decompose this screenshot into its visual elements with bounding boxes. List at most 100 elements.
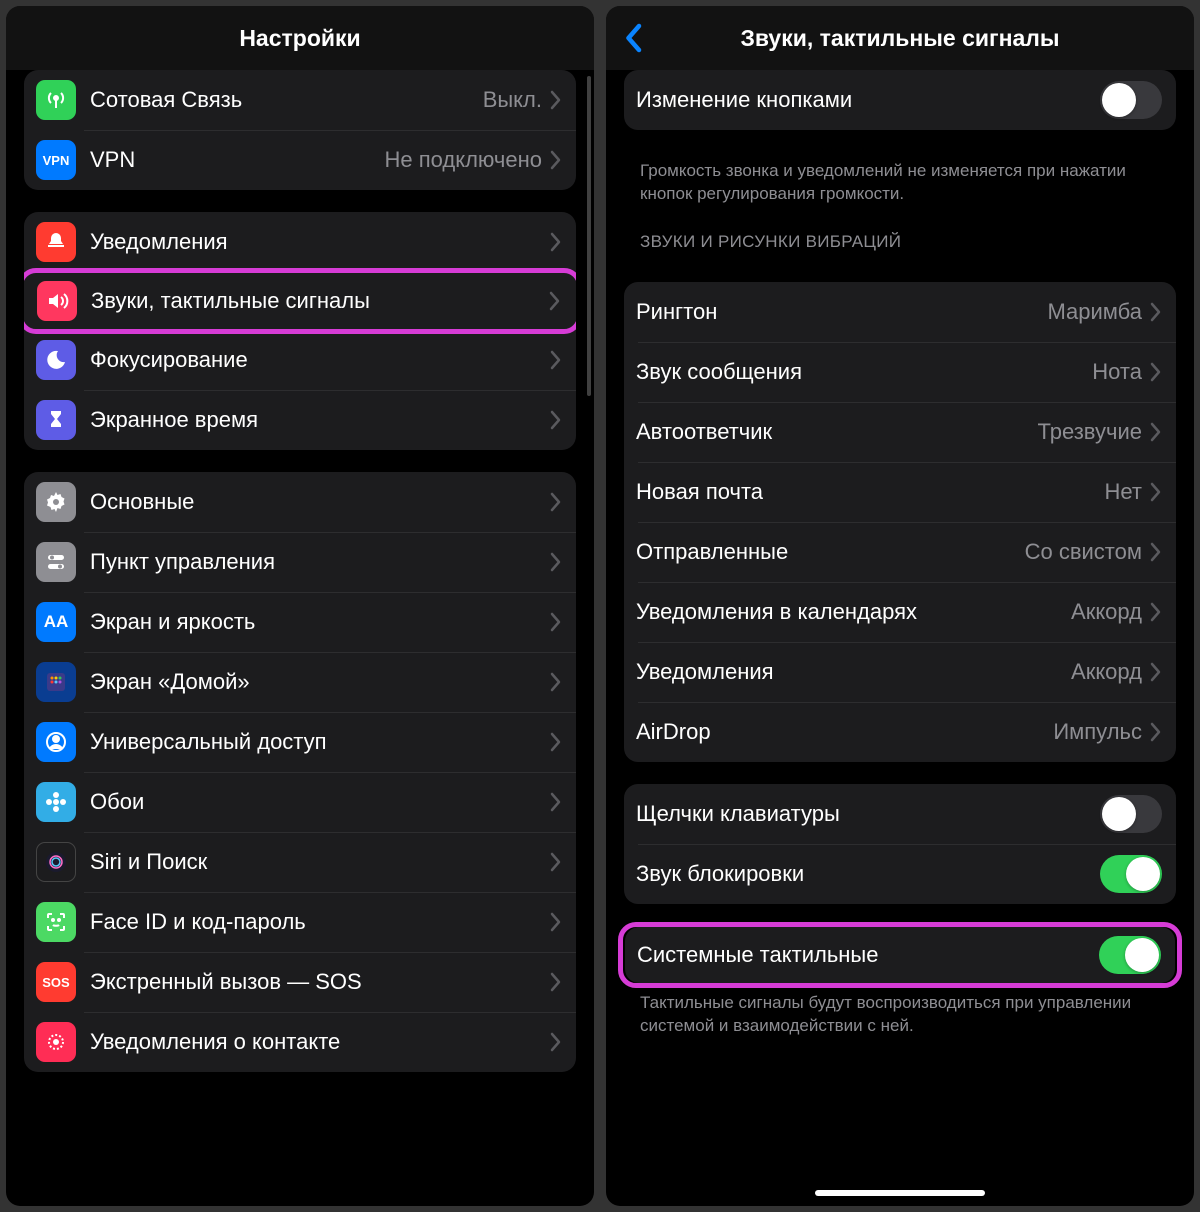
row-label: Пункт управления bbox=[90, 549, 550, 575]
section-footer: Тактильные сигналы будут воспроизводитьс… bbox=[624, 984, 1176, 1038]
row-lock-sound[interactable]: Звук блокировки bbox=[624, 844, 1176, 904]
page-title: Звуки, тактильные сигналы bbox=[740, 25, 1059, 52]
row-faceid[interactable]: Face ID и код-пароль bbox=[24, 892, 576, 952]
row-value: Нота bbox=[1092, 359, 1142, 385]
home-screen-icon bbox=[36, 662, 76, 702]
screentime-icon bbox=[36, 400, 76, 440]
lock-sound-toggle[interactable] bbox=[1100, 855, 1162, 893]
chevron-right-icon bbox=[550, 852, 562, 872]
header: Настройки bbox=[6, 6, 594, 70]
chevron-right-icon bbox=[550, 792, 562, 812]
row-home-screen[interactable]: Экран «Домой» bbox=[24, 652, 576, 712]
row-label: Экран «Домой» bbox=[90, 669, 550, 695]
chevron-right-icon bbox=[549, 291, 561, 311]
chevron-right-icon bbox=[550, 150, 562, 170]
row-label: Щелчки клавиатуры bbox=[636, 801, 1100, 827]
row-calendar[interactable]: Уведомления в календарях Аккорд bbox=[624, 582, 1176, 642]
row-contact-notif[interactable]: Уведомления о контакте bbox=[24, 1012, 576, 1072]
row-siri[interactable]: Siri и Поиск bbox=[24, 832, 576, 892]
row-screentime[interactable]: Экранное время bbox=[24, 390, 576, 450]
section-header-sounds: ЗВУКИ И РИСУНКИ ВИБРАЦИЙ bbox=[624, 232, 1176, 260]
settings-screen: Настройки Сотовая Связь Выкл. VPN VPN Не… bbox=[6, 6, 594, 1206]
chevron-right-icon bbox=[1150, 422, 1162, 442]
chevron-right-icon bbox=[1150, 542, 1162, 562]
chevron-right-icon bbox=[550, 612, 562, 632]
row-ringtone[interactable]: Рингтон Маримба bbox=[624, 282, 1176, 342]
row-system-haptics[interactable]: Системные тактильные bbox=[625, 927, 1175, 983]
row-label: VPN bbox=[90, 147, 384, 173]
settings-group: Основные Пункт управления AA Экран и ярк… bbox=[24, 472, 576, 1072]
chevron-right-icon bbox=[550, 672, 562, 692]
row-label: Уведомления в календарях bbox=[636, 599, 1071, 625]
back-button[interactable] bbox=[614, 6, 652, 70]
focus-icon bbox=[36, 340, 76, 380]
chevron-right-icon bbox=[1150, 662, 1162, 682]
row-label: Звуки, тактильные сигналы bbox=[91, 288, 549, 314]
system-sounds-group: Щелчки клавиатуры Звук блокировки bbox=[624, 784, 1176, 904]
volume-group: Изменение кнопками bbox=[624, 70, 1176, 130]
row-sent-mail[interactable]: Отправленные Со свистом bbox=[624, 522, 1176, 582]
row-value: Маримба bbox=[1047, 299, 1142, 325]
chevron-left-icon bbox=[622, 23, 644, 53]
contact-notif-icon bbox=[36, 1022, 76, 1062]
notifications-icon bbox=[36, 222, 76, 262]
sounds-screen: Звуки, тактильные сигналы Изменение кноп… bbox=[606, 6, 1194, 1206]
chevron-right-icon bbox=[1150, 362, 1162, 382]
chevron-right-icon bbox=[1150, 722, 1162, 742]
chevron-right-icon bbox=[1150, 482, 1162, 502]
row-focus[interactable]: Фокусирование bbox=[24, 330, 576, 390]
row-value: Не подключено bbox=[384, 147, 542, 173]
row-label: Фокусирование bbox=[90, 347, 550, 373]
row-display[interactable]: AA Экран и яркость bbox=[24, 592, 576, 652]
keyboard-clicks-toggle[interactable] bbox=[1100, 795, 1162, 833]
row-value: Аккорд bbox=[1071, 599, 1142, 625]
row-notifications[interactable]: Уведомления bbox=[24, 212, 576, 272]
row-label: Основные bbox=[90, 489, 550, 515]
row-reminders[interactable]: Уведомления Аккорд bbox=[624, 642, 1176, 702]
sos-icon: SOS bbox=[36, 962, 76, 1002]
vpn-icon: VPN bbox=[36, 140, 76, 180]
accessibility-icon bbox=[36, 722, 76, 762]
section-footer: Громкость звонка и уведомлений не изменя… bbox=[624, 152, 1176, 206]
change-with-buttons-toggle[interactable] bbox=[1100, 81, 1162, 119]
row-value: Выкл. bbox=[483, 87, 542, 113]
row-label: Уведомления bbox=[636, 659, 1071, 685]
row-voicemail[interactable]: Автоответчик Трезвучие bbox=[624, 402, 1176, 462]
row-label: Сотовая Связь bbox=[90, 87, 483, 113]
chevron-right-icon bbox=[550, 410, 562, 430]
row-control-center[interactable]: Пункт управления bbox=[24, 532, 576, 592]
chevron-right-icon bbox=[1150, 302, 1162, 322]
row-label: Экранное время bbox=[90, 407, 550, 433]
row-value: Со свистом bbox=[1025, 539, 1142, 565]
row-label: Экстренный вызов — SOS bbox=[90, 969, 550, 995]
row-label: Уведомления о контакте bbox=[90, 1029, 550, 1055]
haptics-group: Системные тактильные bbox=[625, 927, 1175, 983]
chevron-right-icon bbox=[550, 912, 562, 932]
row-text-tone[interactable]: Звук сообщения Нота bbox=[624, 342, 1176, 402]
row-new-mail[interactable]: Новая почта Нет bbox=[624, 462, 1176, 522]
row-accessibility[interactable]: Универсальный доступ bbox=[24, 712, 576, 772]
row-sounds[interactable]: Звуки, тактильные сигналы bbox=[25, 273, 575, 329]
row-vpn[interactable]: VPN VPN Не подключено bbox=[24, 130, 576, 190]
system-haptics-toggle[interactable] bbox=[1099, 936, 1161, 974]
settings-group: Сотовая Связь Выкл. VPN VPN Не подключен… bbox=[24, 70, 576, 190]
chevron-right-icon bbox=[550, 492, 562, 512]
row-value: Трезвучие bbox=[1038, 419, 1142, 445]
row-label: Face ID и код-пароль bbox=[90, 909, 550, 935]
highlight-frame: Звуки, тактильные сигналы bbox=[24, 268, 576, 334]
row-wallpaper[interactable]: Обои bbox=[24, 772, 576, 832]
chevron-right-icon bbox=[550, 350, 562, 370]
row-cellular[interactable]: Сотовая Связь Выкл. bbox=[24, 70, 576, 130]
row-label: Отправленные bbox=[636, 539, 1025, 565]
home-indicator[interactable] bbox=[815, 1190, 985, 1196]
control-center-icon bbox=[36, 542, 76, 582]
row-general[interactable]: Основные bbox=[24, 472, 576, 532]
general-icon bbox=[36, 482, 76, 522]
row-label: Звук блокировки bbox=[636, 861, 1100, 887]
row-change-with-buttons[interactable]: Изменение кнопками bbox=[624, 70, 1176, 130]
page-title: Настройки bbox=[239, 25, 360, 52]
row-sos[interactable]: SOS Экстренный вызов — SOS bbox=[24, 952, 576, 1012]
row-keyboard-clicks[interactable]: Щелчки клавиатуры bbox=[624, 784, 1176, 844]
row-airdrop[interactable]: AirDrop Импульс bbox=[624, 702, 1176, 762]
scrollbar[interactable] bbox=[587, 76, 591, 396]
